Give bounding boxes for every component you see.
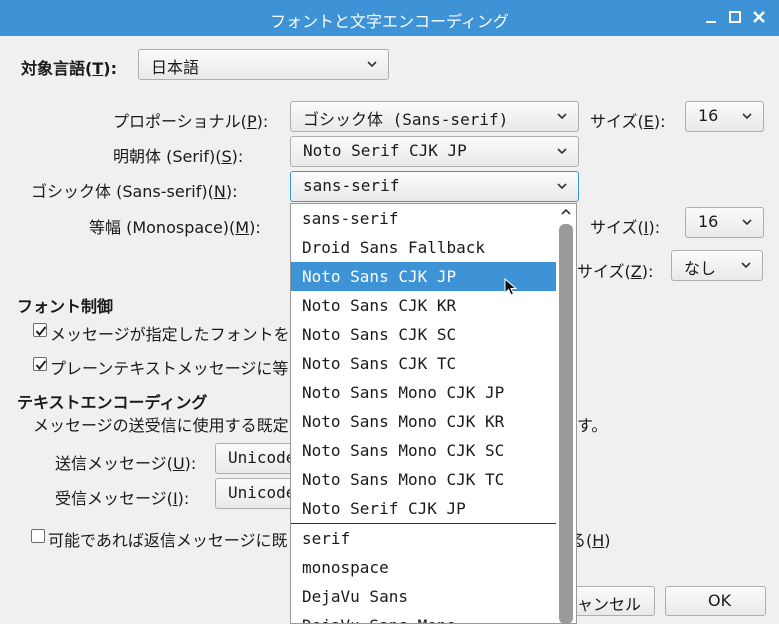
maximize-icon[interactable] [727, 9, 743, 25]
proportional-value: ゴシック体 (Sans-serif) [303, 110, 509, 129]
size1-label: サイズ(E): [590, 112, 666, 131]
proportional-select[interactable]: ゴシック体 (Sans-serif) [290, 101, 579, 132]
send-label: 送信メッセージ(U): [55, 454, 197, 473]
chevron-down-icon [742, 113, 752, 120]
dropdown-item[interactable]: DejaVu Sans [291, 582, 556, 611]
dropdown-item[interactable]: DejaVu Sans Mono [291, 611, 556, 623]
serif-select[interactable]: Noto Serif CJK JP [290, 136, 579, 167]
check2-label: プレーンテキストメッセージに等 [50, 359, 289, 378]
dropdown-item[interactable]: Droid Sans Fallback [291, 233, 556, 262]
serif-value: Noto Serif CJK JP [303, 141, 467, 160]
title-bar: フォントと文字エンコーディング [0, 0, 779, 36]
encoding-heading: テキストエンコーディング [17, 393, 208, 412]
min-size-label: サイズ(Z): [577, 262, 654, 281]
proportional-label: プロポーショナル(P): [113, 112, 269, 131]
check2-checkbox[interactable] [33, 357, 47, 371]
sans-value: sans-serif [303, 176, 400, 195]
language-select[interactable]: 日本語 [138, 49, 389, 80]
chevron-down-icon [742, 219, 752, 226]
dropdown-scrollbar[interactable] [557, 204, 575, 623]
chevron-down-icon [557, 113, 567, 120]
chevron-down-icon [557, 183, 567, 190]
dropdown-item[interactable]: monospace [291, 553, 556, 582]
dropdown-item[interactable]: Noto Sans Mono CJK SC [291, 436, 556, 465]
chevron-down-icon [367, 61, 377, 68]
encoding-description-end: す。 [577, 416, 608, 435]
mono-label: 等幅 (Monospace)(M): [89, 218, 261, 237]
font-dropdown-list[interactable]: sans-serif Droid Sans Fallback Noto Sans… [290, 203, 577, 624]
reply-label: 可能であれば返信メッセージに既 [48, 531, 288, 550]
sans-label: ゴシック体 (Sans-serif)(N): [31, 182, 238, 201]
dropdown-item[interactable]: Noto Sans CJK TC [291, 349, 556, 378]
size1-value: 16 [698, 106, 719, 125]
window-title: フォントと文字エンコーディング [270, 12, 509, 31]
min-size-value: なし [684, 259, 717, 278]
mouse-cursor-icon [504, 278, 518, 296]
minimize-icon[interactable] [703, 9, 719, 25]
size2-value: 16 [698, 212, 719, 231]
ok-button[interactable]: OK [665, 586, 766, 616]
size1-select[interactable]: 16 [685, 101, 764, 132]
dropdown-item[interactable]: sans-serif [291, 204, 556, 233]
chevron-up-icon[interactable] [560, 207, 572, 217]
encoding-description: メッセージの送受信に使用する既定 [33, 416, 289, 435]
serif-label: 明朝体 (Serif)(S): [113, 147, 244, 166]
scrollbar-thumb[interactable] [559, 224, 573, 623]
dropdown-item[interactable]: Noto Sans Mono CJK TC [291, 465, 556, 494]
dropdown-item[interactable]: Noto Sans Mono CJK KR [291, 407, 556, 436]
send-encoding-value: Unicode [228, 448, 296, 467]
check1-checkbox[interactable] [33, 323, 47, 337]
reply-checkbox[interactable] [31, 529, 45, 543]
font-control-heading: フォント制御 [17, 297, 114, 316]
recv-label: 受信メッセージ(I): [55, 489, 190, 508]
chevron-down-icon [741, 262, 751, 269]
min-size-select[interactable]: なし [671, 250, 763, 281]
language-value: 日本語 [151, 58, 200, 77]
cancel-button-label: ャンセル [577, 595, 642, 614]
checkmark-icon [35, 360, 47, 371]
dropdown-item[interactable]: Noto Serif CJK JP [291, 494, 556, 523]
recv-encoding-value: Unicode [228, 483, 296, 502]
dropdown-item[interactable]: Noto Sans Mono CJK JP [291, 378, 556, 407]
ok-button-label: OK [708, 591, 732, 610]
language-label: 対象言語(T): [21, 59, 117, 78]
size2-select[interactable]: 16 [685, 207, 764, 238]
dropdown-item[interactable]: Noto Sans CJK SC [291, 320, 556, 349]
check1-label: メッセージが指定したフォントを [50, 325, 290, 344]
size2-label: サイズ(I): [590, 218, 661, 237]
checkmark-icon [35, 326, 47, 337]
sans-select[interactable]: sans-serif [290, 171, 579, 202]
dropdown-item[interactable]: serif [291, 524, 556, 553]
close-icon[interactable] [751, 9, 767, 25]
chevron-down-icon [557, 148, 567, 155]
